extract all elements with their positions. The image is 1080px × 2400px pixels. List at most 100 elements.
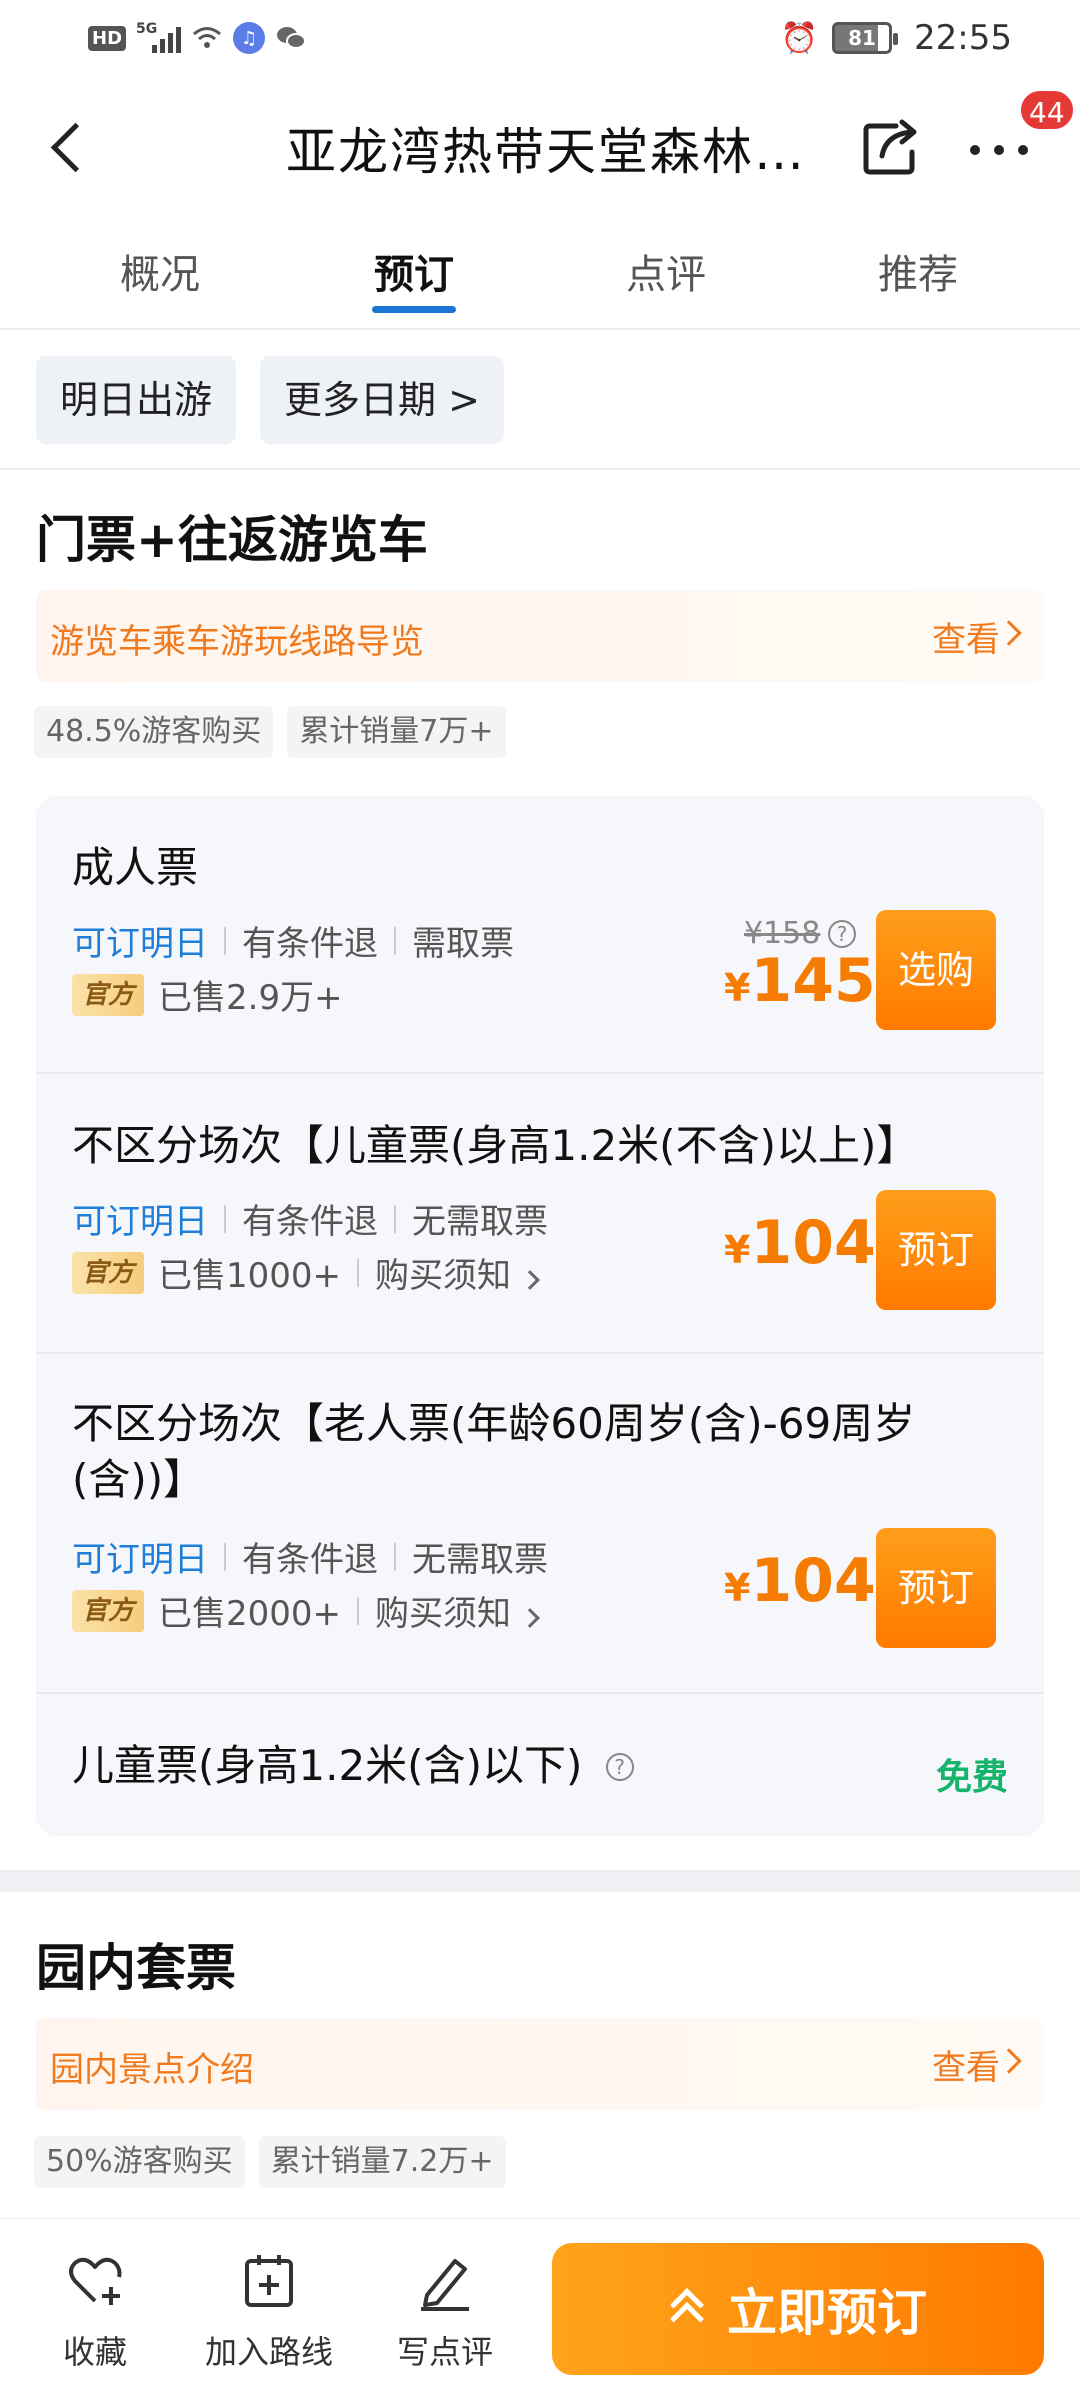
question-icon[interactable]: ? — [828, 920, 856, 948]
price: ¥104 — [724, 1208, 876, 1278]
select-button[interactable]: 选购 — [876, 910, 996, 1030]
divider — [0, 468, 1080, 470]
back-icon[interactable] — [40, 108, 100, 178]
view-link[interactable]: 查看 — [932, 2040, 1000, 2089]
tab-booking[interactable]: 预订 — [334, 242, 494, 300]
purchase-notice-link[interactable]: 购买须知 — [375, 1248, 540, 1297]
book-now-button[interactable]: 立即预订 — [552, 2243, 1044, 2375]
section-title: 门票+往返游览车 — [36, 511, 428, 569]
purchase-notice-link[interactable]: 购买须知 — [375, 1586, 540, 1635]
pickup-tag: 无需取票 — [412, 1202, 548, 1242]
ticket-tags: 可订明日 有条件退 需取票 — [72, 916, 514, 965]
ticket-tags: 可订明日 有条件退 无需取票 — [72, 1194, 548, 1243]
ticket-name: 不区分场次【老人票(年龄60周岁(含)-69周岁(含))】 — [72, 1399, 916, 1504]
status-left: HD 5G ♫ — [88, 21, 307, 54]
refund-tag: 有条件退 — [242, 924, 378, 964]
status-right: ⏰ 81 22:55 — [781, 18, 1012, 58]
double-chevron-up-icon — [669, 2288, 705, 2336]
ticket-name: 不区分场次【儿童票(身高1.2米(不含)以上)】 — [72, 1121, 919, 1170]
price: ¥104 — [724, 1546, 876, 1616]
tab-bar: 概况 预订 点评 推荐 — [0, 210, 1080, 330]
ticket-sales: 官方 已售2000+ 购买须知 — [72, 1586, 540, 1635]
guide-text: 园内景点介绍 — [50, 2050, 254, 2090]
write-review-label: 写点评 — [396, 2333, 493, 2371]
ticket-name: 成人票 — [72, 843, 199, 892]
section-divider — [0, 1870, 1080, 1892]
ticket-name: 儿童票(身高1.2米(含)以下) ? — [72, 1738, 634, 1794]
favorite-label: 收藏 — [62, 2333, 127, 2371]
total-sales: 累计销量7万+ — [287, 706, 506, 758]
ticket-tags: 可订明日 有条件退 无需取票 — [72, 1532, 548, 1581]
favorite-button[interactable]: 收藏 — [20, 2249, 170, 2373]
ticket-row: 儿童票(身高1.2米(含)以下) ? 免费 — [36, 1694, 1044, 1836]
availability-tag: 可订明日 — [72, 1540, 208, 1580]
write-review-button[interactable]: 写点评 — [370, 2249, 520, 2373]
section-title: 园内套票 — [36, 1939, 236, 1997]
add-route-button[interactable]: 加入路线 — [194, 2249, 344, 2373]
heart-plus-icon — [69, 2257, 122, 2305]
calendar-plus-icon — [245, 2255, 293, 2307]
chevron-right-icon — [520, 1270, 540, 1290]
view-link[interactable]: 查看 — [932, 612, 1000, 661]
total-sales: 累计销量7.2万+ — [258, 2136, 506, 2188]
tab-overview[interactable]: 概况 — [80, 242, 240, 300]
tab-recommend[interactable]: 推荐 — [838, 242, 998, 300]
pickup-tag: 无需取票 — [412, 1540, 548, 1580]
date-selector: 明日出游 更多日期 > — [36, 356, 504, 444]
bottom-action-bar: 收藏 加入路线 写点评 立即预订 — [0, 2218, 1080, 2400]
signal-icon: 5G — [136, 21, 182, 53]
book-now-label: 立即预订 — [727, 2284, 927, 2342]
tab-reviews[interactable]: 点评 — [586, 242, 746, 300]
refund-tag: 有条件退 — [242, 1202, 378, 1242]
battery-icon: 81 — [832, 22, 899, 54]
ticket-row: 成人票 可订明日 有条件退 需取票 官方 已售2.9万+ ¥158 ? ¥145… — [36, 796, 1044, 1074]
music-app-icon: ♫ — [233, 22, 266, 54]
pencil-icon — [421, 2259, 469, 2311]
wechat-icon — [275, 22, 307, 54]
network-type: 5G — [136, 21, 158, 37]
guide-text: 游览车乘车游玩线路导览 — [50, 622, 424, 662]
official-badge: 官方 — [72, 973, 145, 1016]
ticket-sales: 官方 已售1000+ 购买须知 — [72, 1248, 540, 1297]
refund-tag: 有条件退 — [242, 1540, 378, 1580]
ticket-row: 不区分场次【老人票(年龄60周岁(含)-69周岁(含))】 可订明日 有条件退 … — [36, 1354, 1044, 1694]
pickup-tag: 需取票 — [412, 924, 514, 964]
active-tab-indicator — [372, 306, 456, 313]
question-icon[interactable]: ? — [605, 1753, 634, 1781]
price: ¥145 — [724, 946, 876, 1016]
sales-stats: 48.5%游客购买 累计销量7万+ — [34, 706, 506, 758]
official-badge: 官方 — [72, 1251, 145, 1294]
availability-tag: 可订明日 — [72, 924, 208, 964]
ticket-row: 不区分场次【儿童票(身高1.2米(不含)以上)】 可订明日 有条件退 无需取票 … — [36, 1074, 1044, 1354]
sold-count: 已售2.9万+ — [158, 978, 343, 1018]
ticket-sales: 官方 已售2.9万+ — [72, 970, 343, 1019]
share-icon[interactable] — [856, 112, 926, 182]
attractions-guide-bar[interactable]: 园内景点介绍 查看 — [36, 2018, 1044, 2110]
status-bar: HD 5G ♫ ⏰ 81 22:55 — [0, 0, 1080, 80]
sales-stats: 50%游客购买 累计销量7.2万+ — [34, 2136, 506, 2188]
chevron-right-icon — [996, 620, 1022, 646]
page-title: 亚龙湾热带天堂森林… — [286, 123, 806, 181]
sold-count: 已售1000+ — [158, 1256, 342, 1296]
tomorrow-chip[interactable]: 明日出游 — [36, 356, 237, 444]
top-nav: 亚龙湾热带天堂森林… 44 — [0, 80, 1080, 210]
purchase-rate: 50%游客购买 — [34, 2136, 245, 2188]
route-guide-bar[interactable]: 游览车乘车游玩线路导览 查看 — [36, 590, 1044, 682]
more-dates-chip[interactable]: 更多日期 > — [260, 356, 504, 444]
availability-tag: 可订明日 — [72, 1202, 208, 1242]
free-label: 免费 — [935, 1757, 1008, 1798]
add-route-label: 加入路线 — [204, 2333, 333, 2371]
sold-count: 已售2000+ — [158, 1594, 342, 1634]
chevron-right-icon — [520, 1608, 540, 1628]
hd-icon: HD — [88, 25, 127, 51]
book-button[interactable]: 预订 — [876, 1190, 996, 1310]
purchase-rate: 48.5%游客购买 — [34, 706, 274, 758]
alarm-icon: ⏰ — [780, 20, 819, 56]
wifi-icon — [191, 22, 223, 54]
official-badge: 官方 — [72, 1589, 145, 1632]
book-button[interactable]: 预订 — [876, 1528, 996, 1648]
clock: 22:55 — [914, 18, 1012, 58]
ticket-list: 成人票 可订明日 有条件退 需取票 官方 已售2.9万+ ¥158 ? ¥145… — [36, 796, 1044, 1836]
chevron-right-icon — [996, 2048, 1022, 2074]
battery-level: 81 — [848, 26, 876, 50]
